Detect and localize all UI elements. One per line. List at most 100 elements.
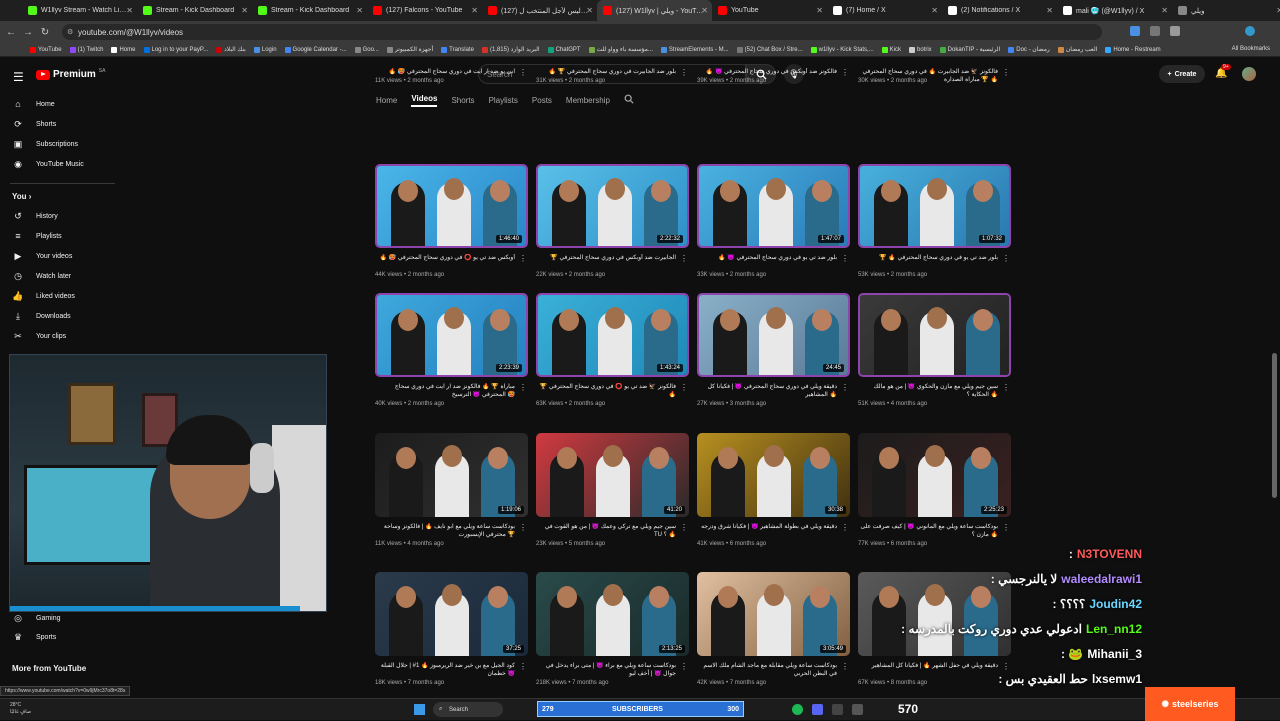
bookmark-item[interactable]: العب رمضان	[1057, 46, 1097, 53]
video-thumbnail[interactable]	[858, 293, 1011, 377]
sidebar-item-shorts[interactable]: ⟳ Shorts	[0, 115, 118, 133]
channel-tab-home[interactable]: Home	[376, 96, 397, 105]
notifications-button[interactable]: 🔔 9+	[1215, 64, 1231, 79]
sidebar-item-downloads[interactable]: ⤓ Downloads	[0, 307, 118, 325]
weather-widget[interactable]: 28°C صافٍ غالبًا	[10, 702, 31, 716]
video-thumbnail[interactable]: 3:05:49	[697, 572, 850, 656]
video-title[interactable]: بودكاست ساعة ويلي مقابلة مع ماجد الشام م…	[697, 662, 837, 678]
taskbar-search[interactable]: ⌕ Search	[433, 702, 503, 717]
more-options-icon[interactable]: ⋮	[519, 68, 527, 77]
close-icon[interactable]: ✕	[241, 6, 248, 15]
sidebar-item-home[interactable]: ⌂ Home	[0, 95, 118, 113]
browser-tab[interactable]: (2) Notifications / X ✕	[942, 0, 1057, 21]
bookmark-item[interactable]: (1) Twitch	[69, 46, 103, 53]
browser-tab[interactable]: mali 🥶 (@W1llyv) / X ✕	[1057, 0, 1172, 21]
bookmark-item[interactable]: DokanTIP - الرئيسية	[939, 46, 1000, 53]
bookmark-item[interactable]: StreamElements - M...	[660, 46, 729, 53]
profile-icon[interactable]	[1245, 26, 1255, 36]
bookmark-item[interactable]: Goo...	[354, 46, 379, 53]
sidebar-item-playlists[interactable]: ≡ Playlists	[0, 227, 118, 245]
bookmark-item[interactable]: (52) Chat Box / Stre...	[736, 46, 803, 53]
close-icon[interactable]: ✕	[816, 6, 823, 15]
reload-icon[interactable]: ↻	[39, 27, 51, 38]
close-icon[interactable]: ✕	[1161, 6, 1168, 15]
video-thumbnail[interactable]: 1:46:40	[375, 164, 528, 248]
create-button[interactable]: + Create	[1159, 65, 1205, 83]
close-icon[interactable]: ✕	[356, 6, 363, 15]
sidebar-item-history[interactable]: ↺ History	[0, 207, 118, 225]
video-title[interactable]: 🏆 فالكونز 🦅 ضد تي يو ⭕ في دوري سحاج المح…	[536, 383, 676, 399]
bookmark-item[interactable]: مؤسسة باء وواو للت...	[588, 46, 653, 53]
bookmark-item[interactable]: Translate	[441, 46, 474, 53]
extension-icon[interactable]	[1130, 26, 1140, 36]
more-options-icon[interactable]: ⋮	[841, 662, 849, 671]
forward-icon[interactable]: →	[22, 27, 34, 38]
bookmark-item[interactable]: Doc - رمضان	[1008, 46, 1050, 53]
more-options-icon[interactable]: ⋮	[680, 68, 688, 77]
more-options-icon[interactable]: ⋮	[1002, 523, 1010, 532]
video-thumbnail[interactable]: 2:13:25	[536, 572, 689, 656]
bookmark-item[interactable]: Home	[111, 46, 136, 53]
bookmark-item[interactable]: بنك البلاد	[216, 46, 246, 53]
more-options-icon[interactable]: ⋮	[519, 523, 527, 532]
video-title[interactable]: 🏆 🔥 بلور ضد تي يو في دوري سحاج المحترفي	[858, 254, 998, 270]
sidebar-item-watch-later[interactable]: ◷ Watch later	[0, 267, 118, 285]
extension-icon[interactable]	[1150, 26, 1160, 36]
bookmark-item[interactable]: Kick	[881, 46, 901, 53]
more-options-icon[interactable]: ⋮	[680, 523, 688, 532]
all-bookmarks-button[interactable]: All Bookmarks	[1232, 46, 1270, 52]
video-title[interactable]: سين جيم ويلي مع تركي وعمك 😈 | من هو القو…	[536, 523, 676, 539]
video-title[interactable]: بودكاست ساعة ويلي مع ابو نايف 🔥 | فالكون…	[375, 523, 515, 539]
close-icon[interactable]: ✕	[701, 6, 708, 15]
bookmark-item[interactable]: Login	[253, 46, 277, 53]
sidebar-item-youtube-music[interactable]: ◉ YouTube Music	[0, 155, 118, 173]
video-thumbnail[interactable]: 37:25	[375, 572, 528, 656]
browser-tab[interactable]: (7) Home / X ✕	[827, 0, 942, 21]
app-icon[interactable]	[852, 704, 863, 715]
scrollbar-thumb[interactable]	[1272, 353, 1277, 498]
more-options-icon[interactable]: ⋮	[1002, 254, 1010, 263]
browser-tab[interactable]: (127) Falcons - YouTube ✕	[367, 0, 482, 21]
close-icon[interactable]: ✕	[471, 6, 478, 15]
channel-search-icon[interactable]	[624, 94, 634, 106]
browser-tab[interactable]: ويلي ✕	[1172, 0, 1280, 21]
more-options-icon[interactable]: ⋮	[1002, 68, 1010, 77]
spotify-icon[interactable]	[792, 704, 803, 715]
channel-tab-membership[interactable]: Membership	[566, 96, 610, 105]
video-title[interactable]: 🔥 😈 بلور ضد تي يو في دوري سحاج المحترفي	[697, 254, 837, 270]
more-options-icon[interactable]: ⋮	[519, 254, 527, 263]
bookmark-item[interactable]: botrix	[909, 46, 932, 53]
video-thumbnail[interactable]: 41:20	[536, 433, 689, 517]
more-options-icon[interactable]: ⋮	[680, 662, 688, 671]
sidebar-item-subscriptions[interactable]: ▣ Subscriptions	[0, 135, 118, 153]
close-icon[interactable]: ✕	[1276, 6, 1280, 15]
video-thumbnail[interactable]: 1:07:32	[858, 164, 1011, 248]
channel-tab-playlists[interactable]: Playlists	[489, 96, 518, 105]
sidebar-item-your-videos[interactable]: ▶ Your videos	[0, 247, 118, 265]
account-avatar[interactable]	[1242, 67, 1256, 81]
windows-start-icon[interactable]	[414, 704, 425, 715]
browser-tab[interactable]: Stream - Kick Dashboard ✕	[252, 0, 367, 21]
video-title[interactable]: 🔥 🥵 أوبكس ضد تي يو ⭕ في دوري سحاج المحتر…	[375, 254, 515, 270]
more-options-icon[interactable]: ⋮	[680, 383, 688, 392]
bookmark-item[interactable]: w1llyv - Kick Stats,...	[810, 46, 874, 53]
sidebar-item-sports[interactable]: ♛ Sports	[0, 628, 118, 646]
video-thumbnail[interactable]: 30:38	[697, 433, 850, 517]
channel-tab-posts[interactable]: Posts	[532, 96, 552, 105]
close-icon[interactable]: ✕	[126, 6, 133, 15]
bookmark-item[interactable]: Google Calendar -...	[284, 46, 347, 53]
bookmark-item[interactable]: أجهزة الكمبيوتر	[386, 46, 433, 53]
channel-tab-shorts[interactable]: Shorts	[451, 96, 474, 105]
bookmark-item[interactable]: Home - Restream	[1105, 46, 1161, 53]
more-options-icon[interactable]: ⋮	[841, 68, 849, 77]
video-thumbnail[interactable]: 2:25:23	[858, 433, 1011, 517]
more-options-icon[interactable]: ⋮	[519, 383, 527, 392]
browser-tab[interactable]: (127) W1llyv | ويلي - YouTube✕	[597, 0, 712, 21]
close-icon[interactable]: ✕	[1046, 6, 1053, 15]
video-title[interactable]: بودكاست ساعة ويلي مع براء 😈 | متى براء ي…	[536, 662, 676, 678]
sidebar-item-gaming[interactable]: ◎ Gaming	[0, 609, 118, 627]
video-title[interactable]: مباراة 🏆 🔥 فالكونز ضد ار ايت في دوري سحا…	[375, 383, 515, 399]
back-icon[interactable]: ←	[5, 27, 17, 38]
video-thumbnail[interactable]: 1:43:24	[536, 293, 689, 377]
video-thumbnail[interactable]: 2:22:32	[536, 164, 689, 248]
